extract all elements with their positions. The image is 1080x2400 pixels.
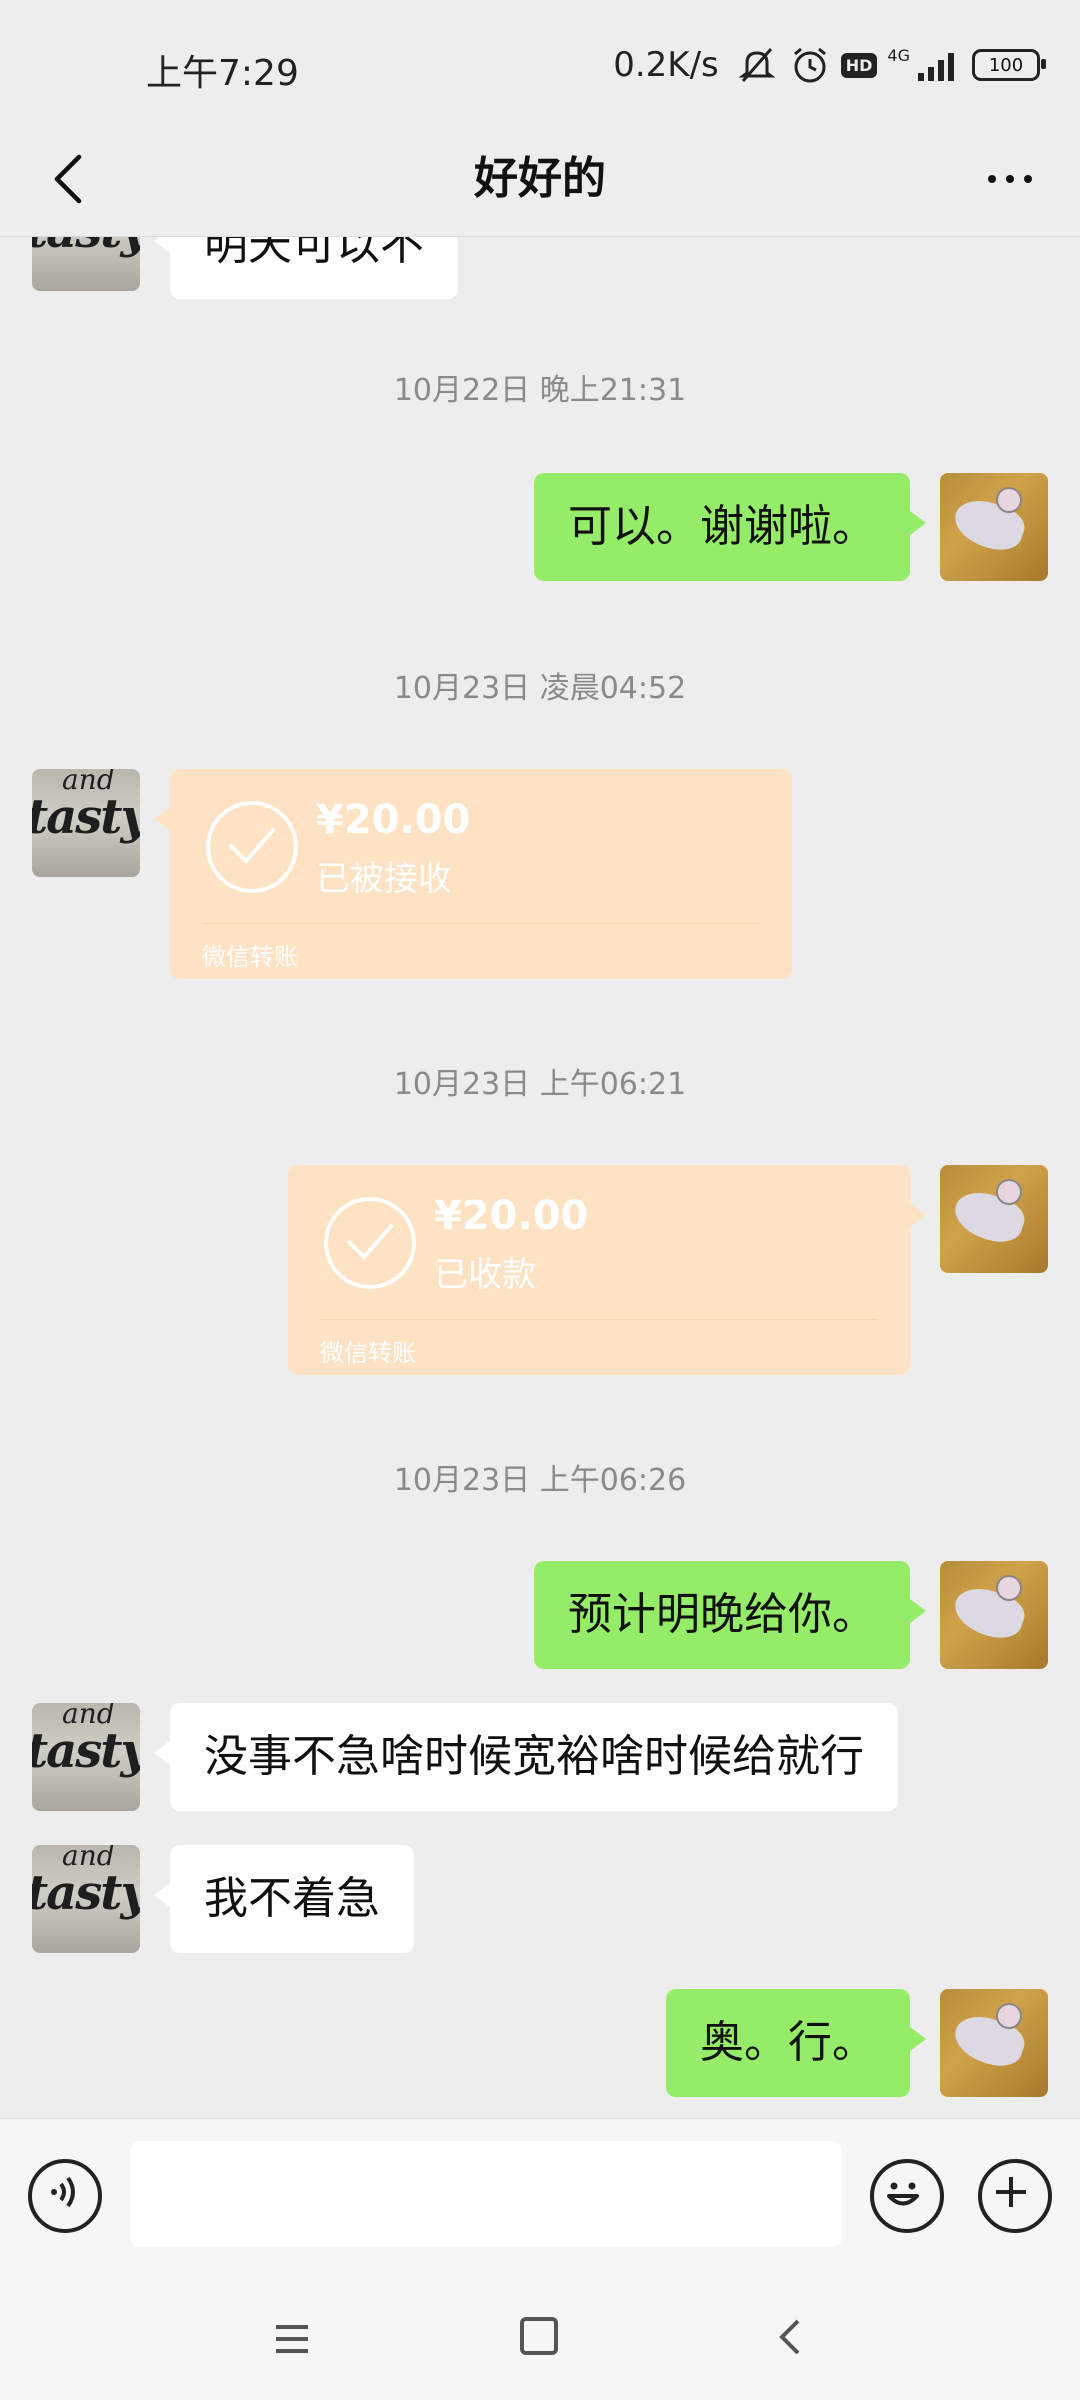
message-bubble-received[interactable]: 明天可以不 [154,237,458,299]
transfer-card[interactable]: ¥20.00 已被接收 微信转账 [154,769,792,979]
transfer-card[interactable]: ¥20.00 已收款 微信转账 [288,1165,926,1375]
more-dot-icon [988,175,996,183]
transfer-amount: ¥20.00 [316,797,471,843]
transfer-status: 已收款 [434,1255,536,1295]
plus-icon [996,2177,1026,2207]
recent-apps-button[interactable] [270,2317,314,2361]
status-time: 上午7:29 [146,53,299,94]
system-back-button[interactable] [770,2315,814,2359]
more-functions-button[interactable] [978,2159,1052,2233]
system-navigation-bar [0,2279,1080,2400]
home-button[interactable] [520,2317,558,2355]
emoji-icon [887,2182,919,2206]
message-timestamp: 10月23日 凌晨04:52 [393,671,687,706]
my-avatar[interactable] [940,1561,1048,1669]
message-bubble-received[interactable]: 没事不急啥时候宽裕啥时候给就行 [154,1703,898,1811]
more-options-button[interactable] [970,144,1050,214]
check-circle-icon [206,801,298,893]
message-input[interactable] [130,2141,842,2247]
transfer-footer: 微信转账 [320,1339,416,1367]
network-type-label: 4G [887,45,910,65]
contact-avatar[interactable]: andtasty [32,1703,140,1811]
contact-avatar[interactable]: andtasty [32,769,140,877]
menu-icon [276,2325,308,2353]
my-avatar[interactable] [940,473,1048,581]
message-bubble-sent[interactable]: 奥。行。 [666,1989,926,2097]
my-avatar[interactable] [940,1165,1048,1273]
chat-title: 好好的 [474,153,606,204]
message-bubble-sent[interactable]: 预计明晚给你。 [534,1561,926,1669]
check-circle-icon [324,1197,416,1289]
more-dot-icon [1024,175,1032,183]
alarm-clock-icon [789,44,831,86]
message-bubble-received[interactable]: 我不着急 [154,1845,414,1953]
network-speed: 0.2K/s [613,45,719,85]
message-timestamp: 10月23日 上午06:26 [393,1463,687,1498]
emoji-button[interactable] [870,2159,944,2233]
contact-avatar[interactable]: andtasty [32,237,140,291]
message-bubble-sent[interactable]: 可以。谢谢啦。 [534,473,926,581]
chat-header: 好好的 [0,130,1080,237]
transfer-status: 已被接收 [316,859,452,899]
back-arrow-icon [779,2319,800,2355]
mute-bell-icon [735,43,779,87]
hd-badge: HD [840,52,878,78]
divider [202,923,760,924]
chat-input-bar [0,2118,1080,2279]
divider [320,1319,878,1320]
my-avatar[interactable] [940,1989,1048,2097]
voice-input-button[interactable] [28,2159,102,2233]
transfer-footer: 微信转账 [202,943,298,971]
transfer-amount: ¥20.00 [434,1193,589,1239]
voice-icon [51,2176,75,2208]
status-icons: 0.2K/s HD 4G 100 [613,40,1046,90]
contact-avatar[interactable]: andtasty [32,1845,140,1953]
message-list[interactable]: andtasty 明天可以不 10月22日 晚上21:31 可以。谢谢啦。 10… [0,237,1080,2117]
more-dot-icon [1006,175,1014,183]
signal-strength-icon [916,47,962,83]
message-timestamp: 10月22日 晚上21:31 [393,373,687,408]
status-bar: 上午7:29 0.2K/s HD 4G 100 [0,0,1080,130]
message-timestamp: 10月23日 上午06:21 [393,1067,687,1102]
battery-icon: 100 [972,49,1046,81]
